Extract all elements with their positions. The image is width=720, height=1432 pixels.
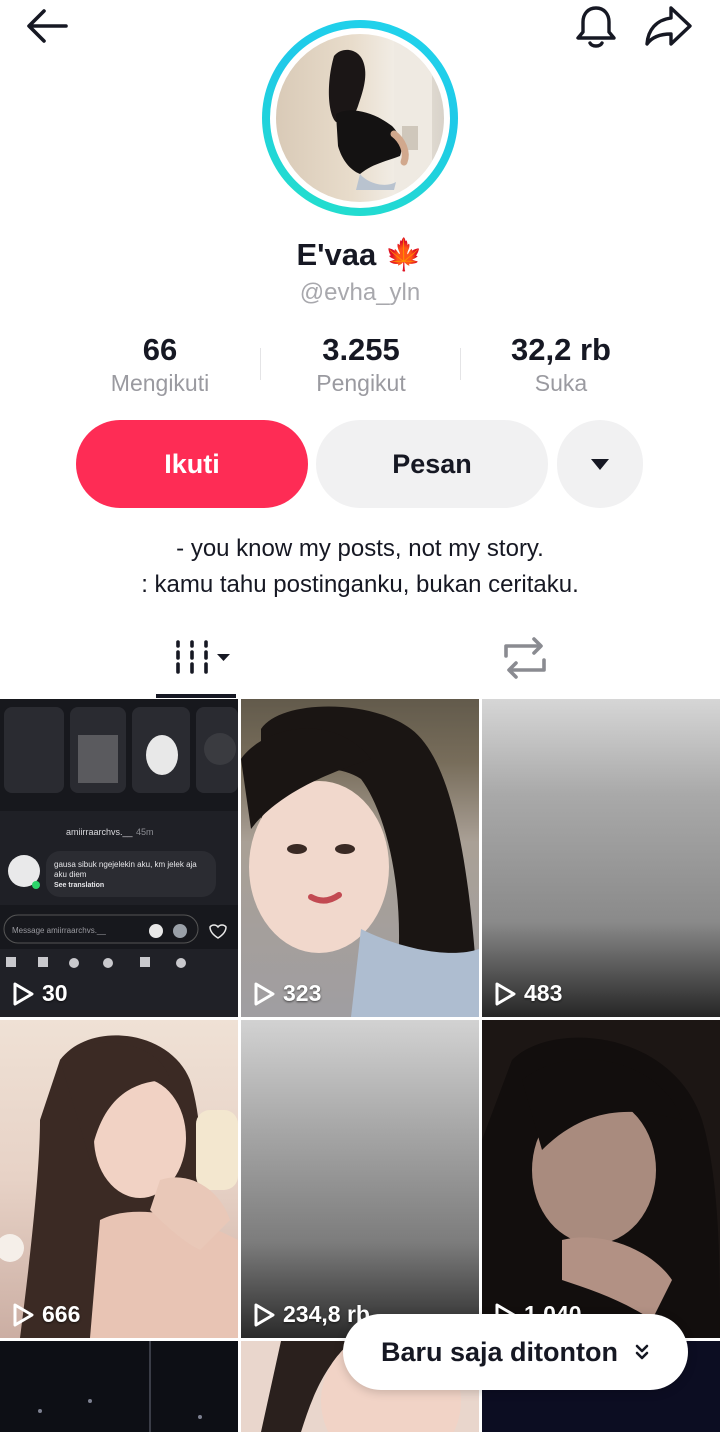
view-count: 234,8 rb	[253, 1301, 370, 1328]
play-icon	[13, 982, 34, 1005]
sort-label: Baru saja ditonton	[380, 1336, 618, 1367]
video-thumbnail[interactable]: 483	[482, 699, 720, 1017]
view-count-text: 323	[283, 980, 322, 1006]
play-icon	[13, 1303, 34, 1326]
chat-input-placeholder: Message amiirraarchvs.__	[12, 926, 106, 935]
share-icon	[645, 6, 692, 46]
view-count-text: 30	[42, 980, 68, 1006]
tab-reposts[interactable]	[496, 630, 554, 686]
view-count: 666	[12, 1301, 80, 1328]
active-tab-indicator	[156, 694, 236, 698]
video-thumbnail[interactable]: 666	[0, 1020, 238, 1338]
dim-selfie-photo	[482, 1020, 720, 1338]
bio-line: : kamu tahu postinganku, bukan ceritaku.	[141, 571, 579, 598]
view-count-text: 483	[524, 980, 563, 1006]
username-handle: @evha_yln	[299, 279, 421, 306]
follow-button[interactable]: Ikuti	[76, 420, 308, 508]
stat-following[interactable]: 66 Mengikuti	[60, 332, 260, 397]
more-options-button[interactable]	[557, 420, 643, 508]
tab-videos[interactable]	[156, 630, 236, 698]
view-count: 483	[494, 980, 562, 1007]
video-thumbnail[interactable]: 234,8 rb	[241, 1020, 479, 1338]
chat-screenshot: amiirraarchvs.__ 45m gausa sibuk ngejele…	[0, 699, 238, 1017]
sort-recently-watched-button[interactable]: Baru saja ditonton	[343, 1314, 688, 1390]
avatar[interactable]	[262, 20, 458, 216]
chevron-double-down-icon	[635, 1344, 649, 1360]
stat-label: Pengikut	[316, 370, 406, 396]
chat-time: 45m	[136, 827, 154, 837]
svg-text:aku diem: aku diem	[54, 870, 87, 879]
stat-value: 66	[142, 332, 178, 367]
dropdown-triangle-icon	[591, 459, 609, 470]
night-photo	[0, 1341, 238, 1432]
stat-followers[interactable]: 3.255 Pengikut	[261, 332, 461, 397]
videos-grid-icon	[176, 640, 230, 674]
play-icon	[495, 982, 516, 1005]
stat-value: 32,2 rb	[511, 332, 611, 367]
back-arrow-icon	[27, 9, 68, 43]
back-button[interactable]	[22, 4, 74, 48]
bio: - you know my posts, not my story. : kam…	[0, 531, 720, 603]
video-thumbnail[interactable]: 323	[241, 699, 479, 1017]
bio-line: - you know my posts, not my story.	[176, 535, 544, 562]
stat-label: Suka	[534, 370, 588, 396]
play-icon	[254, 982, 275, 1005]
view-count: 30	[12, 980, 68, 1007]
play-icon	[254, 1303, 275, 1326]
share-button[interactable]	[642, 2, 694, 50]
message-button[interactable]: Pesan	[316, 420, 548, 508]
selfie-photo	[241, 699, 479, 1017]
video-thumbnail[interactable]: 1.040	[482, 1020, 720, 1338]
avatar-figure	[328, 34, 432, 190]
avatar-photo	[276, 34, 444, 202]
mirror-selfie-photo	[0, 1035, 238, 1338]
see-translation-link: See translation	[54, 882, 104, 889]
view-count-text: 666	[42, 1301, 81, 1327]
chat-username: amiirraarchvs.__	[66, 827, 134, 837]
display-name: E'vaa 🍁	[296, 237, 424, 272]
stat-likes[interactable]: 32,2 rb Suka	[461, 332, 661, 397]
stat-label: Mengikuti	[110, 370, 210, 396]
stat-value: 3.255	[322, 332, 400, 367]
view-count: 323	[253, 980, 321, 1007]
repost-icon	[504, 637, 546, 679]
notification-button[interactable]	[572, 2, 620, 50]
video-thumbnail[interactable]: amiirraarchvs.__ 45m gausa sibuk ngejele…	[0, 699, 238, 1017]
svg-text:gausa sibuk ngejelekin aku, km: gausa sibuk ngejelekin aku, km jelek aja	[54, 860, 197, 869]
video-thumbnail[interactable]	[0, 1341, 238, 1432]
bell-icon	[576, 6, 616, 48]
